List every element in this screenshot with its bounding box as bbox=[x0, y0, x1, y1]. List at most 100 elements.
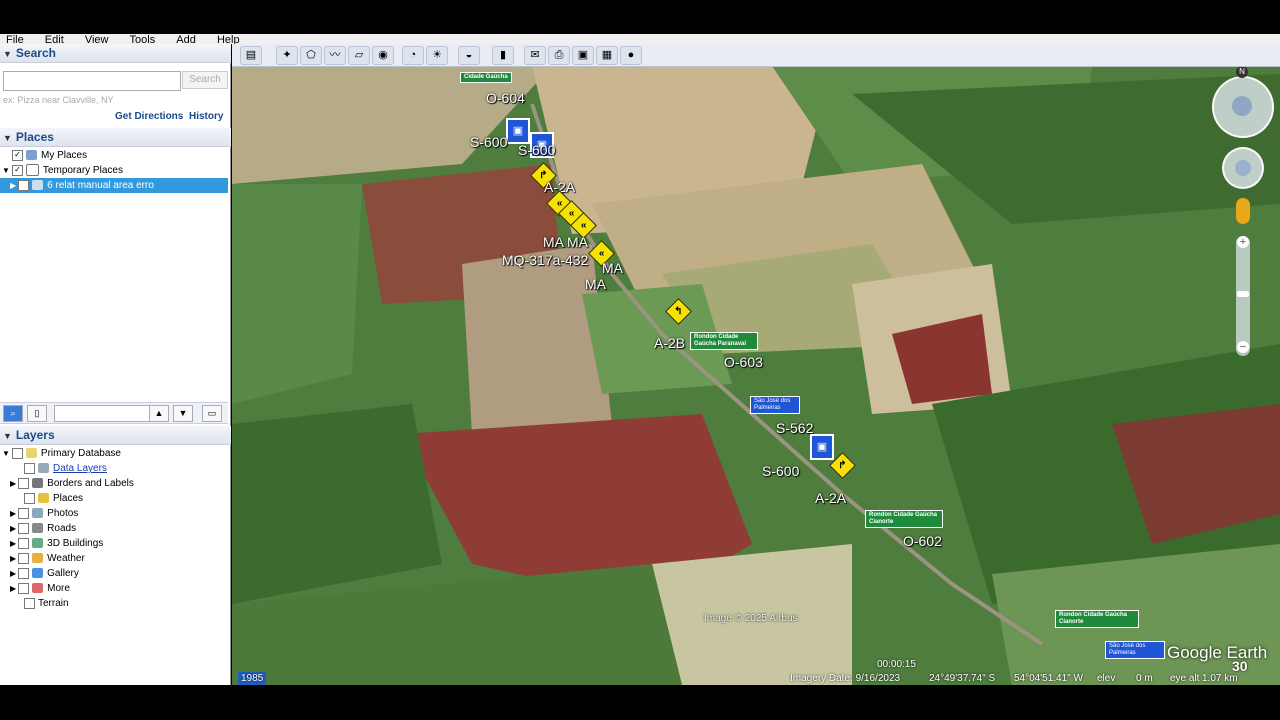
placemark-label[interactable]: MA bbox=[602, 260, 623, 276]
move-control[interactable] bbox=[1222, 147, 1264, 189]
placemark-label[interactable]: A-2A bbox=[815, 490, 846, 506]
search-icon[interactable]: ⌕ bbox=[3, 405, 23, 422]
expand-icon[interactable]: ▶ bbox=[10, 524, 16, 533]
menu-edit[interactable]: Edit bbox=[45, 35, 64, 45]
placemark-label[interactable]: MA bbox=[585, 276, 606, 292]
placemark-label[interactable]: A-2B bbox=[654, 335, 685, 351]
menu-view[interactable]: View bbox=[85, 35, 109, 45]
sidebar-toggle-icon[interactable]: ▤ bbox=[240, 46, 262, 65]
expand-icon[interactable]: ▶ bbox=[10, 181, 16, 190]
placemark-label[interactable]: S-562 bbox=[776, 420, 813, 436]
bus-stop-icon[interactable]: ▣ bbox=[810, 434, 834, 460]
checkbox[interactable]: ✓ bbox=[11, 164, 23, 176]
placemark-label[interactable]: S-600 bbox=[518, 142, 555, 158]
road-sign-green[interactable]: Rondon Cidade Gaúcha Cianorte bbox=[1055, 610, 1139, 628]
checkbox[interactable] bbox=[18, 567, 30, 579]
historical-imagery-icon[interactable]: ◔ bbox=[402, 46, 424, 65]
layer-data-layers[interactable]: Data Layers bbox=[24, 461, 107, 476]
expand-icon[interactable]: ▶ bbox=[10, 554, 16, 563]
layer-gallery[interactable]: ▶ Gallery bbox=[10, 566, 79, 581]
placemark-label[interactable]: S-600 bbox=[470, 134, 507, 150]
map-view[interactable]: Cidade Gaúcha O-604 ▣ ▣ S-600 S-600 ↱ A-… bbox=[232, 44, 1280, 685]
history-link[interactable]: History bbox=[189, 111, 223, 122]
save-image-icon[interactable]: ▣ bbox=[572, 46, 594, 65]
placemark-label[interactable]: MQ-317a-432 bbox=[502, 252, 588, 268]
earth-icon[interactable]: ● bbox=[620, 46, 642, 65]
get-directions-link[interactable]: Get Directions bbox=[115, 111, 183, 122]
tree-item-temporary-places[interactable]: ▼ ✓ Temporary Places bbox=[2, 163, 123, 178]
panel-icon[interactable]: ▯ bbox=[27, 405, 47, 422]
polygon-icon[interactable]: ⬠ bbox=[300, 46, 322, 65]
checkbox[interactable] bbox=[18, 537, 30, 549]
tree-item-my-places[interactable]: ✓ My Places bbox=[12, 148, 87, 163]
expand-icon[interactable]: ▶ bbox=[10, 509, 16, 518]
checkbox[interactable] bbox=[24, 492, 35, 504]
folder-button[interactable]: ▭ bbox=[202, 405, 222, 422]
expand-icon[interactable]: ▼ bbox=[2, 449, 10, 458]
road-sign-green[interactable]: Rondon Cidade Gaúcha Paranavaí bbox=[690, 332, 758, 350]
zoom-in-button[interactable]: + bbox=[1237, 236, 1249, 248]
move-down-button[interactable]: ▼ bbox=[173, 405, 193, 422]
expand-icon[interactable]: ▶ bbox=[10, 539, 16, 548]
path-icon[interactable]: 〰 bbox=[324, 46, 346, 65]
zoom-slider[interactable]: + − bbox=[1236, 236, 1250, 356]
checkbox[interactable] bbox=[18, 552, 30, 564]
layer-places[interactable]: Places bbox=[24, 491, 83, 506]
places-panel-header[interactable]: ▼ Places bbox=[0, 128, 231, 147]
expand-icon[interactable]: ▶ bbox=[10, 584, 16, 593]
layer-borders-labels[interactable]: ▶ Borders and Labels bbox=[10, 476, 134, 491]
north-icon[interactable]: N bbox=[1236, 66, 1248, 78]
checkbox[interactable]: ✓ bbox=[18, 179, 30, 191]
checkbox[interactable] bbox=[24, 597, 35, 609]
street-view-pegman-icon[interactable] bbox=[1236, 198, 1250, 224]
checkbox[interactable] bbox=[18, 477, 30, 489]
menu-tools[interactable]: Tools bbox=[130, 35, 156, 45]
move-up-button[interactable]: ▲ bbox=[149, 405, 169, 422]
placemark-icon[interactable]: ✦ bbox=[276, 46, 298, 65]
email-icon[interactable]: ✉ bbox=[524, 46, 546, 65]
placemark-label[interactable]: O-604 bbox=[486, 90, 525, 106]
places-filter-input[interactable] bbox=[54, 405, 150, 422]
checkbox[interactable] bbox=[24, 462, 35, 474]
search-button[interactable]: Search bbox=[182, 71, 228, 89]
expand-icon[interactable]: ▶ bbox=[10, 479, 16, 488]
bus-stop-icon[interactable]: ▣ bbox=[506, 118, 530, 144]
placemark-label[interactable]: S-600 bbox=[762, 463, 799, 479]
checkbox[interactable] bbox=[18, 582, 30, 594]
checkbox[interactable]: ✓ bbox=[12, 149, 23, 161]
layer-terrain[interactable]: Terrain bbox=[24, 596, 69, 611]
search-panel-header[interactable]: ▼ Search bbox=[0, 44, 231, 63]
checkbox[interactable] bbox=[18, 522, 30, 534]
layer-weather[interactable]: ▶ Weather bbox=[10, 551, 85, 566]
zoom-handle[interactable] bbox=[1237, 291, 1249, 297]
sunlight-icon[interactable]: ☀ bbox=[426, 46, 448, 65]
checkbox[interactable] bbox=[11, 447, 23, 459]
expand-icon[interactable]: ▼ bbox=[2, 166, 10, 175]
placemark-label[interactable]: MA bbox=[543, 234, 564, 250]
placemark-label[interactable]: O-603 bbox=[724, 354, 763, 370]
road-sign-blue[interactable]: São José dos Palmeiras bbox=[1105, 641, 1165, 659]
layer-3d-buildings[interactable]: ▶ 3D Buildings bbox=[10, 536, 103, 551]
tree-item-selected-kml[interactable]: ▶ ✓ 6 relat manual area erro bbox=[0, 178, 228, 193]
record-tour-icon[interactable]: ◉ bbox=[372, 46, 394, 65]
search-input[interactable] bbox=[3, 71, 181, 91]
menu-help[interactable]: Help bbox=[217, 35, 240, 45]
placemark-label[interactable]: MA bbox=[567, 234, 588, 250]
maps-icon[interactable]: ▦ bbox=[596, 46, 618, 65]
expand-icon[interactable]: ▶ bbox=[10, 569, 16, 578]
historical-year[interactable]: 1985 bbox=[238, 672, 267, 685]
layers-panel-header[interactable]: ▼ Layers bbox=[0, 426, 231, 445]
road-sign-green[interactable]: Cidade Gaúcha bbox=[460, 72, 512, 83]
checkbox[interactable] bbox=[18, 507, 30, 519]
menu-file[interactable]: File bbox=[6, 35, 24, 45]
ruler-icon[interactable]: ▮ bbox=[492, 46, 514, 65]
planets-icon[interactable]: ◒ bbox=[458, 46, 480, 65]
overlay-icon[interactable]: ▱ bbox=[348, 46, 370, 65]
layer-photos[interactable]: ▶ Photos bbox=[10, 506, 78, 521]
layer-primary-database[interactable]: ▼ Primary Database bbox=[2, 446, 121, 461]
road-sign-green[interactable]: Rondon Cidade Gaúcha Cianorte bbox=[865, 510, 943, 528]
road-sign-blue[interactable]: São José dos Palmeiras bbox=[750, 396, 800, 414]
menu-add[interactable]: Add bbox=[176, 35, 196, 45]
placemark-label[interactable]: O-602 bbox=[903, 533, 942, 549]
zoom-out-button[interactable]: − bbox=[1237, 341, 1249, 353]
